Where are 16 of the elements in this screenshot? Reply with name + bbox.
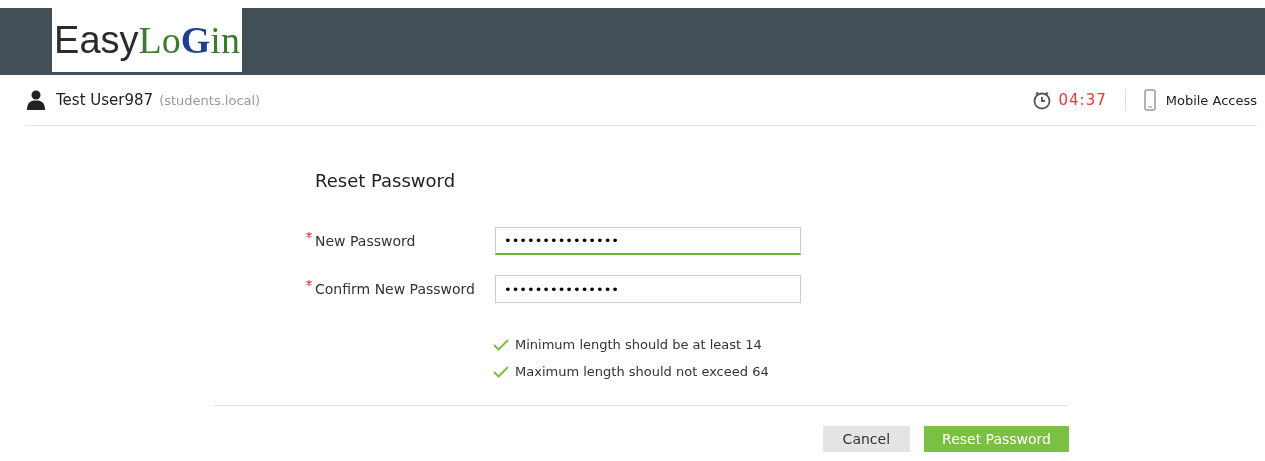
mobile-access-link[interactable]: Mobile Access [1165,92,1257,108]
password-field[interactable]: ••••••••••••••• [495,227,801,255]
stopwatch-icon [1032,90,1053,110]
logo: EasyLoGin [52,8,242,72]
cancel-button[interactable]: Cancel [822,426,911,452]
user-icon [26,90,46,110]
user-name: Test User987 [56,91,154,109]
password-field[interactable]: ••••••••••••••• [495,275,801,303]
rule-text: Maximum length should not exceed 64 [515,364,769,379]
field-label: Confirm New Password [315,281,495,297]
form-title: Reset Password [315,170,457,191]
field-label: New Password [315,233,495,249]
session-timer: 04:37 [1058,91,1107,109]
rule-text: Minimum length should be at least 14 [515,337,762,352]
phone-icon [1143,89,1156,111]
user-domain: (students.local) [159,92,261,108]
